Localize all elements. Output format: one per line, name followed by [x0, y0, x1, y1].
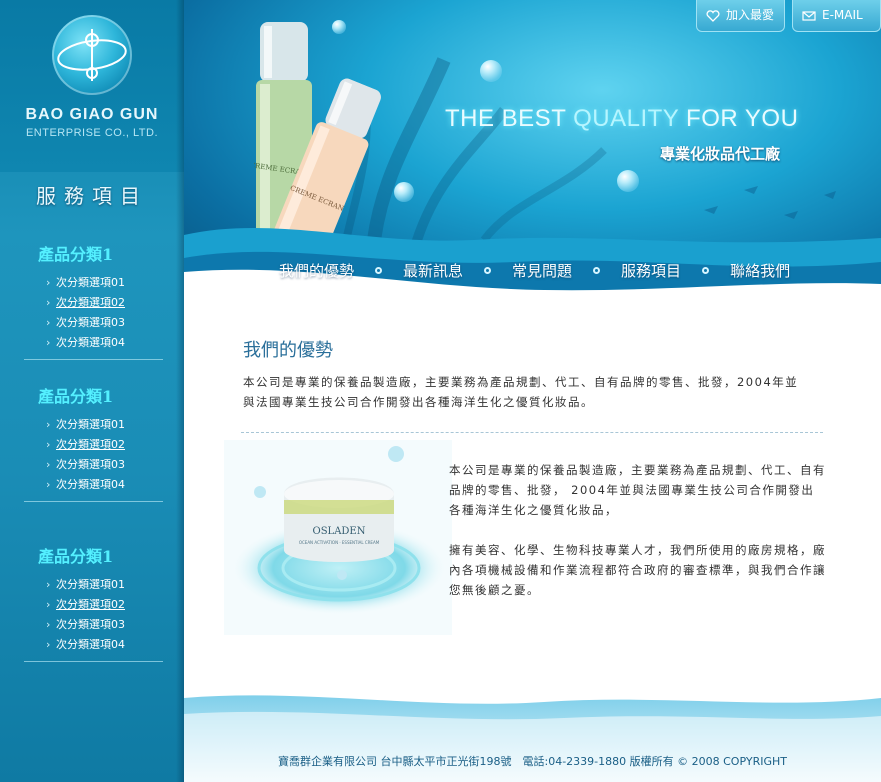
- category-group-2: 產品分類1 次分類選項01 次分類選項02 次分類選項03 次分類選項04: [24, 385, 163, 502]
- description-paragraph-2: 擁有美容、化學、生物科技專業人才，我們所使用的廠房規格，廠內各項機械設備和作業流…: [449, 543, 826, 597]
- nav-advantages[interactable]: 我們的優勢: [279, 260, 354, 281]
- svg-text:OSLADEN: OSLADEN: [313, 526, 366, 537]
- page-title: 我們的優勢: [243, 340, 333, 361]
- subcategory-item[interactable]: 次分類選項04: [46, 333, 163, 353]
- subcategory-item[interactable]: 次分類選項02: [46, 293, 163, 313]
- sidebar: BAO GIAO GUN ENTERPRISE CO., LTD. 服務項目 產…: [0, 0, 184, 782]
- subcategory-list: 次分類選項01 次分類選項02 次分類選項03 次分類選項04: [46, 273, 163, 353]
- subcategory-item[interactable]: 次分類選項02: [46, 435, 163, 455]
- category-group-1: 產品分類1 次分類選項01 次分類選項02 次分類選項03 次分類選項04: [24, 243, 163, 360]
- footer: 寶喬群企業有限公司 台中縣太平市正光街198號 電話:04-2339-1880 …: [184, 680, 881, 782]
- divider: [241, 432, 823, 433]
- subcategory-item[interactable]: 次分類選項04: [46, 475, 163, 495]
- product-image: OSLADEN OCEAN ACTIVATION · ESSENTIAL CRE…: [224, 440, 452, 635]
- subcategory-item[interactable]: 次分類選項02: [46, 595, 163, 615]
- subcategory-item[interactable]: 次分類選項03: [46, 615, 163, 635]
- divider: [24, 661, 163, 662]
- category-title[interactable]: 產品分類1: [38, 385, 163, 409]
- nav-news[interactable]: 最新訊息: [403, 260, 463, 281]
- brand-subtitle: ENTERPRISE CO., LTD.: [25, 127, 159, 139]
- nav-separator: [593, 266, 601, 274]
- nav-services[interactable]: 服務項目: [621, 260, 681, 281]
- category-title[interactable]: 產品分類1: [38, 243, 163, 267]
- logo-icon[interactable]: [52, 15, 132, 95]
- divider: [24, 501, 163, 502]
- subcategory-item[interactable]: 次分類選項01: [46, 415, 163, 435]
- subcategory-item[interactable]: 次分類選項01: [46, 575, 163, 595]
- nav-separator: [375, 266, 383, 274]
- header-banner: CREME ECRAN TO CREME ECRAN 加入最愛 E-MAIL T…: [184, 0, 881, 300]
- nav-separator: [702, 266, 710, 274]
- wave-decoration: [184, 228, 881, 300]
- footer-text: 寶喬群企業有限公司 台中縣太平市正光街198號 電話:04-2339-1880 …: [278, 755, 787, 768]
- nav-contact[interactable]: 聯絡我們: [730, 260, 790, 281]
- category-title[interactable]: 產品分類1: [38, 545, 163, 569]
- brand-name: BAO GIAO GUN: [25, 106, 159, 123]
- logo-area: BAO GIAO GUN ENTERPRISE CO., LTD.: [0, 0, 184, 172]
- service-heading: 服務項目: [36, 184, 148, 208]
- subcategory-item[interactable]: 次分類選項04: [46, 635, 163, 655]
- description-paragraph-1: 本公司是專業的保養品製造廠，主要業務為產品規劃、代工、自有品牌的零售、批發， 2…: [449, 463, 826, 517]
- subcategory-list: 次分類選項01 次分類選項02 次分類選項03 次分類選項04: [46, 415, 163, 495]
- nav-faq[interactable]: 常見問題: [512, 260, 572, 281]
- subcategory-list: 次分類選項01 次分類選項02 次分類選項03 次分類選項04: [46, 575, 163, 655]
- nav-separator: [484, 266, 492, 274]
- main-content: 我們的優勢 本公司是專業的保養品製造廠，主要業務為產品規劃、代工、自有品牌的零售…: [184, 300, 881, 690]
- subcategory-item[interactable]: 次分類選項03: [46, 455, 163, 475]
- subcategory-item[interactable]: 次分類選項03: [46, 313, 163, 333]
- category-group-3: 產品分類1 次分類選項01 次分類選項02 次分類選項03 次分類選項04: [24, 545, 163, 662]
- subcategory-item[interactable]: 次分類選項01: [46, 273, 163, 293]
- intro-text: 本公司是專業的保養品製造廠，主要業務為產品規劃、代工、自有品牌的零售、批發，20…: [243, 375, 799, 409]
- main-nav: 我們的優勢 最新訊息 常見問題 服務項目 聯絡我們: [279, 259, 790, 281]
- divider: [24, 359, 163, 360]
- svg-text:OCEAN ACTIVATION · ESSENTIAL C: OCEAN ACTIVATION · ESSENTIAL CREAM: [299, 540, 380, 545]
